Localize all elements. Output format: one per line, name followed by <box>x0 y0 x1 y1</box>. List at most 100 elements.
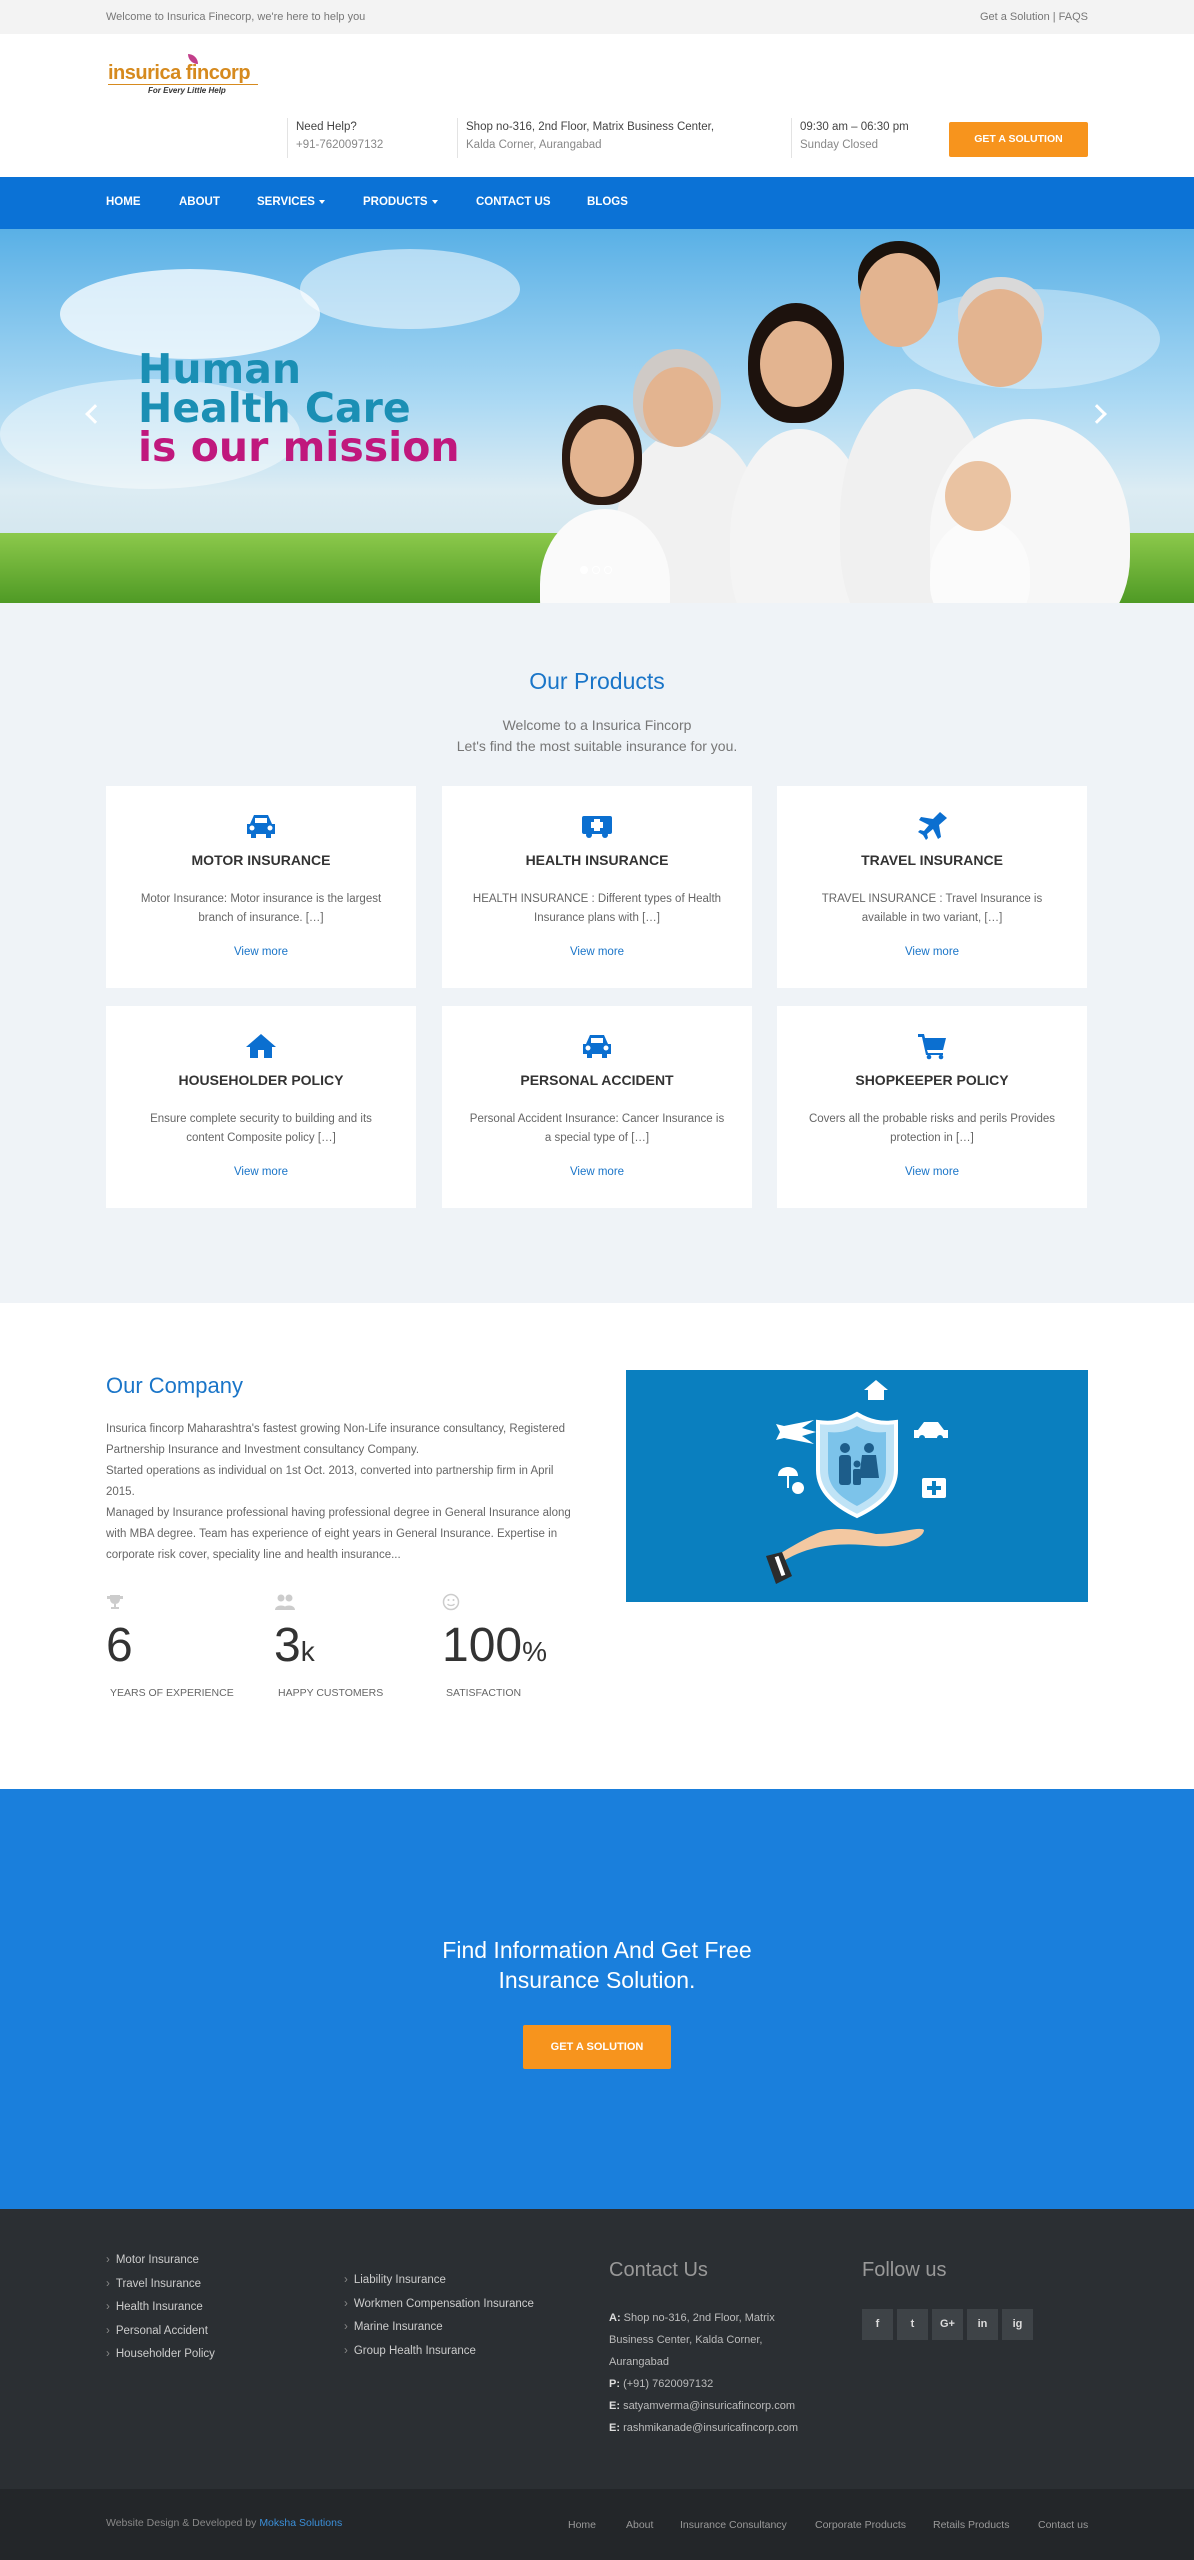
contact-details: A: Shop no-316, 2nd Floor, Matrix Busine… <box>609 2307 819 2439</box>
email-label: E: <box>609 2400 620 2412</box>
hours-info: 09:30 am – 06:30 pm Sunday Closed <box>791 118 909 158</box>
chevron-down-icon <box>318 199 325 204</box>
nav-products[interactable]: PRODUCTS <box>363 196 438 208</box>
bottom-link-home[interactable]: Home <box>568 2519 596 2531</box>
logo-text: insurica fincorp <box>108 62 251 84</box>
footer-link[interactable]: Health Insurance <box>106 2296 215 2320</box>
header-get-solution-button[interactable]: GET A SOLUTION <box>949 122 1088 157</box>
next-slide-icon[interactable] <box>1087 404 1107 424</box>
product-desc: Motor Insurance: Motor insurance is the … <box>140 893 382 924</box>
footer-link[interactable]: Liability Insurance <box>344 2269 534 2293</box>
footer-link[interactable]: Travel Insurance <box>106 2273 215 2297</box>
nav-about[interactable]: ABOUT <box>179 196 220 208</box>
help-phone[interactable]: +91-7620097132 <box>296 136 383 154</box>
cta-section: Find Information And Get Free Insurance … <box>0 1789 1194 2209</box>
view-more-link[interactable]: View more <box>442 1166 752 1178</box>
email-label: E: <box>609 2422 620 2434</box>
top-links[interactable]: Get a Solution | FAQS <box>980 11 1088 23</box>
view-more-link[interactable]: View more <box>106 946 416 958</box>
stat-customers: 3k HAPPY CUSTOMERS <box>274 1593 383 1699</box>
footer-link[interactable]: Motor Insurance <box>106 2249 215 2273</box>
company-description: Insurica fincorp Maharashtra's fastest g… <box>106 1419 581 1566</box>
product-title: SHOPKEEPER POLICY <box>855 1072 1009 1088</box>
welcome-text: Welcome to Insurica Finecorp, we're here… <box>106 11 366 23</box>
help-label: Need Help? <box>296 121 357 133</box>
stat-value: 100% <box>442 1619 547 1679</box>
bottom-bar: Website Design & Developed by Moksha Sol… <box>0 2489 1194 2560</box>
stat-number: 6 <box>106 1619 133 1672</box>
stat-label: YEARS OF EXPERIENCE <box>110 1687 234 1699</box>
stat-number: 100 <box>442 1619 523 1672</box>
contact-email2: E: rashmikanade@insuricafincorp.com <box>609 2417 819 2439</box>
smile-icon <box>442 1593 547 1615</box>
top-bar: Welcome to Insurica Finecorp, we're here… <box>0 0 1194 34</box>
stat-value: 3k <box>274 1619 383 1679</box>
cloud <box>300 249 520 329</box>
cart-icon <box>777 1032 1087 1065</box>
bottom-link-retails[interactable]: Retails Products <box>933 2519 1009 2531</box>
bottom-link-contact[interactable]: Contact us <box>1038 2519 1088 2531</box>
ambulance-icon <box>442 812 752 845</box>
nav-contact[interactable]: CONTACT US <box>476 196 551 208</box>
credit-company-link[interactable]: Moksha Solutions <box>259 2517 342 2529</box>
address-info: Shop no-316, 2nd Floor, Matrix Business … <box>457 118 714 158</box>
product-title: TRAVEL INSURANCE <box>861 852 1003 868</box>
product-card-motor: MOTOR INSURANCE Motor Insurance: Motor i… <box>106 786 416 988</box>
bottom-link-corporate[interactable]: Corporate Products <box>815 2519 906 2531</box>
product-card-shopkeeper: SHOPKEEPER POLICY Covers all the probabl… <box>777 1006 1087 1208</box>
logo[interactable]: insurica fincorp For Every Little Help <box>108 54 258 100</box>
products-subtitle-line1: Welcome to a Insurica Fincorp <box>502 717 692 733</box>
facebook-icon[interactable]: f <box>862 2309 893 2340</box>
stat-suffix: k <box>300 1636 315 1667</box>
address-label: A: <box>609 2312 621 2324</box>
nav-services[interactable]: SERVICES <box>257 196 325 208</box>
bottom-link-consultancy[interactable]: Insurance Consultancy <box>680 2519 787 2531</box>
company-para2: Started operations as individual on 1st … <box>106 1465 554 1498</box>
help-info: Need Help? +91-7620097132 <box>287 118 383 158</box>
phone-value[interactable]: (+91) 7620097132 <box>623 2378 713 2390</box>
linkedin-icon[interactable]: in <box>967 2309 998 2340</box>
instagram-icon[interactable]: ig <box>1002 2309 1033 2340</box>
footer-products-list: Motor Insurance Travel Insurance Health … <box>106 2249 215 2367</box>
footer-link[interactable]: Workmen Compensation Insurance <box>344 2293 534 2317</box>
product-card-accident: PERSONAL ACCIDENT Personal Accident Insu… <box>442 1006 752 1208</box>
car-icon <box>442 1032 752 1065</box>
footer-link[interactable]: Marine Insurance <box>344 2316 534 2340</box>
product-title: PERSONAL ACCIDENT <box>520 1072 674 1088</box>
logo-tagline: For Every Little Help <box>148 86 226 95</box>
company-para3: Managed by Insurance professional having… <box>106 1507 571 1561</box>
slider-dot[interactable] <box>604 566 612 574</box>
phone-label: P: <box>609 2378 620 2390</box>
bottom-link-about[interactable]: About <box>626 2519 653 2531</box>
company-para1: Insurica fincorp Maharashtra's fastest g… <box>106 1423 566 1456</box>
footer-link[interactable]: Householder Policy <box>106 2343 215 2367</box>
address-line1: Shop no-316, 2nd Floor, Matrix Business … <box>466 121 715 133</box>
nav-home[interactable]: HOME <box>106 196 141 208</box>
hero-line3: is our mission <box>138 423 460 471</box>
logo-underline <box>108 84 258 85</box>
view-more-link[interactable]: View more <box>777 946 1087 958</box>
slider-dot[interactable] <box>592 566 600 574</box>
email-value[interactable]: satyamverma@insuricafincorp.com <box>623 2400 795 2412</box>
stat-years: 6 YEARS OF EXPERIENCE <box>106 1593 234 1699</box>
product-card-householder: HOUSEHOLDER POLICY Ensure complete secur… <box>106 1006 416 1208</box>
google-plus-icon[interactable]: G+ <box>932 2309 963 2340</box>
email-value[interactable]: rashmikanade@insuricafincorp.com <box>623 2422 798 2434</box>
nav-products-label: PRODUCTS <box>363 196 428 208</box>
nav-blogs[interactable]: BLOGS <box>587 196 628 208</box>
cta-get-solution-button[interactable]: GET A SOLUTION <box>523 2025 671 2069</box>
follow-heading: Follow us <box>862 2259 947 2281</box>
users-icon <box>274 1593 383 1615</box>
product-desc: Ensure complete security to building and… <box>150 1113 372 1144</box>
contact-heading: Contact Us <box>609 2259 708 2281</box>
footer-link[interactable]: Personal Accident <box>106 2320 215 2344</box>
view-more-link[interactable]: View more <box>442 946 752 958</box>
slider-dot[interactable] <box>580 566 588 574</box>
footer-link[interactable]: Group Health Insurance <box>344 2340 534 2364</box>
hours-line1: 09:30 am – 06:30 pm <box>800 121 909 133</box>
view-more-link[interactable]: View more <box>777 1166 1087 1178</box>
cta-heading-line2: Insurance Solution. <box>498 1967 696 1993</box>
twitter-icon[interactable]: t <box>897 2309 928 2340</box>
contact-address: A: Shop no-316, 2nd Floor, Matrix Busine… <box>609 2307 819 2373</box>
view-more-link[interactable]: View more <box>106 1166 416 1178</box>
